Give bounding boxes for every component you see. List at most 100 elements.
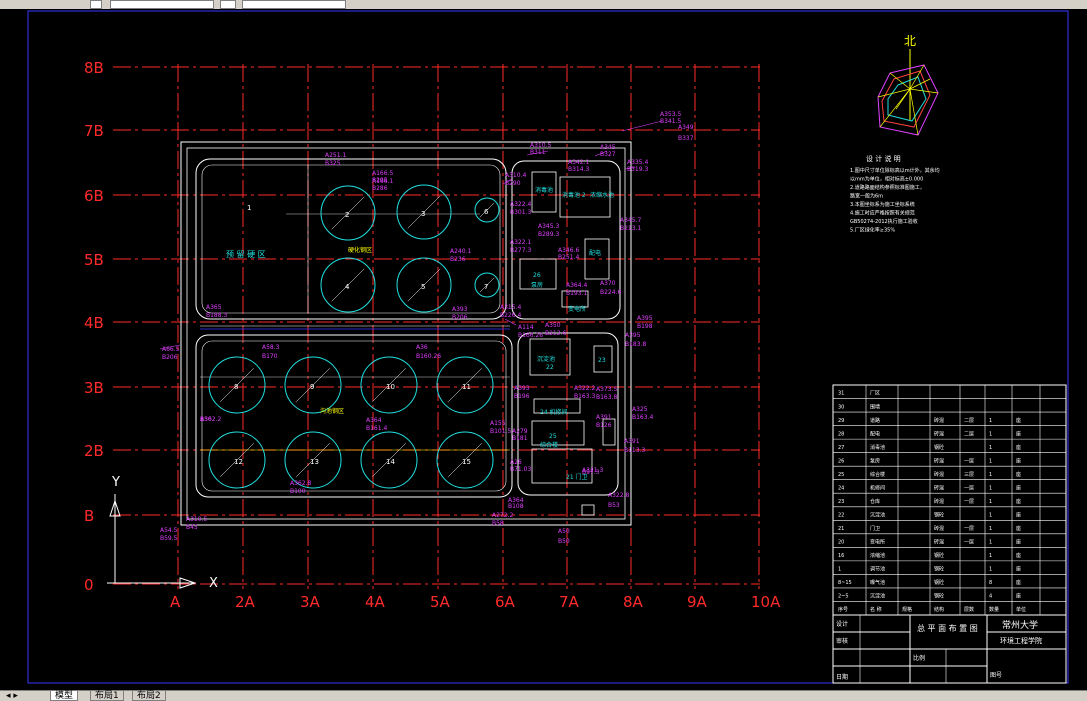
coordinate-label: A345.3 bbox=[538, 223, 559, 230]
drawing-title: 总 平 面 布 置 图 bbox=[917, 623, 978, 633]
table-cell: 座 bbox=[1016, 417, 1021, 424]
col-label: 9A bbox=[687, 593, 708, 611]
building-b26b: 泵房 bbox=[531, 281, 543, 289]
note-line: 4.施工时应严格按照有关规范 bbox=[850, 210, 915, 217]
layer-dropdown[interactable] bbox=[110, 0, 214, 9]
x-axis-label: X bbox=[209, 576, 218, 591]
coordinate-label: A166.5 bbox=[372, 170, 393, 177]
table-cell: 座 bbox=[1016, 539, 1021, 546]
linetype-dropdown[interactable] bbox=[242, 0, 346, 9]
coordinate-label: B311 bbox=[530, 149, 546, 156]
coordinate-label: B160.26 bbox=[416, 353, 441, 360]
table-cell: 砖混 bbox=[934, 484, 944, 491]
table-cell: 钢砼 bbox=[934, 512, 944, 519]
paper-border bbox=[27, 10, 1069, 684]
table-cell: 1 bbox=[989, 526, 992, 532]
table-cell: 综合楼 bbox=[870, 471, 885, 478]
table-cell: 26 bbox=[838, 458, 844, 464]
table-cell: 厂区 bbox=[870, 391, 880, 397]
col-label: 4A bbox=[365, 593, 386, 611]
wind-rose: 北 bbox=[877, 34, 939, 136]
table-cell: 30 bbox=[838, 404, 844, 410]
col-label: 6A bbox=[495, 593, 516, 611]
coordinate-label: B236 bbox=[450, 256, 466, 263]
table-cell: 1 bbox=[989, 567, 992, 573]
row-label: 4B bbox=[84, 314, 104, 332]
table-cell: 沉淀池 bbox=[870, 593, 885, 600]
table-cell: 1 bbox=[838, 567, 841, 573]
table-cell: 1 bbox=[989, 472, 992, 478]
table-cell: 数量 bbox=[989, 606, 999, 613]
table-cell: 24 bbox=[838, 485, 844, 491]
table-cell: 2~5 bbox=[838, 594, 849, 600]
table-cell: 25 bbox=[838, 472, 844, 478]
design-notes: 设 计 说 明 1.图中尺寸单位除标高以m计外，其余均以mm为单位，相对标高±0… bbox=[850, 154, 940, 234]
coordinate-label: A353.5 bbox=[660, 111, 681, 118]
coordinate-label: A240.1 bbox=[450, 248, 471, 255]
coordinate-label: A349 bbox=[678, 124, 694, 131]
check-label: 审核 bbox=[836, 637, 848, 645]
coordinate-label: A346.6 bbox=[558, 247, 579, 254]
coordinate-label: B59.5 bbox=[160, 535, 178, 542]
table-cell: 泵房 bbox=[870, 457, 880, 464]
coordinate-label: A155 bbox=[490, 420, 506, 427]
table-cell: 21 bbox=[838, 526, 844, 532]
layout-tabs: ◂ ▸ 模型 布局1 布局2 bbox=[0, 690, 1087, 701]
table-cell: 1 bbox=[989, 431, 992, 437]
table-cell: 一层 bbox=[964, 499, 974, 505]
building-b1: 消毒池 bbox=[535, 186, 553, 194]
table-cell: 单位 bbox=[1016, 606, 1026, 613]
coordinate-label: B166.26 bbox=[518, 332, 543, 339]
table-cell: 钢砼 bbox=[934, 579, 944, 586]
coordinate-label: B101.5 bbox=[490, 428, 511, 435]
layer-icon[interactable] bbox=[90, 0, 102, 9]
col-label: 2A bbox=[235, 593, 256, 611]
tab-nav-arrows[interactable]: ◂ ▸ bbox=[2, 691, 22, 701]
table-cell: 变电所 bbox=[870, 539, 885, 546]
col-label: A bbox=[170, 593, 181, 611]
coordinate-label: A279 bbox=[512, 428, 528, 435]
table-cell: 钢砼 bbox=[934, 566, 944, 573]
coordinate-label: B314.3 bbox=[568, 166, 589, 173]
coordinate-label: B286 bbox=[372, 185, 388, 192]
coordinate-label: B181 bbox=[512, 435, 528, 442]
table-cell: 座 bbox=[1016, 471, 1021, 478]
note-line: 5.厂区绿化率≥35% bbox=[850, 227, 895, 234]
row-label: 0 bbox=[84, 576, 94, 594]
table-cell: 16 bbox=[838, 553, 844, 559]
drawing-canvas[interactable]: A 2A 3A 4A 5A 6A 7A 8A 9A 10A 8B 7B 6B 5B 4B 3B 2B B 0 123… bbox=[0, 9, 1087, 690]
table-cell: 三层 bbox=[964, 472, 974, 478]
coordinate-label: B337 bbox=[678, 135, 694, 142]
table-cell: 座 bbox=[1016, 566, 1021, 573]
note-line: GB50274-2012执行施工验收 bbox=[850, 218, 918, 225]
table-cell: 座 bbox=[1016, 457, 1021, 464]
table-cell: 围墙 bbox=[870, 403, 880, 410]
coordinate-label: B196 bbox=[514, 393, 530, 400]
coordinate-label: A373.5 bbox=[596, 386, 617, 393]
table-cell: 27 bbox=[838, 445, 844, 451]
coordinate-label: B226.4 bbox=[500, 312, 521, 319]
table-cell: 砖混 bbox=[934, 525, 944, 532]
properties-icon[interactable] bbox=[220, 0, 236, 9]
coordinate-label: A310.5 bbox=[530, 142, 551, 149]
coordinate-label: B289.3 bbox=[538, 231, 559, 238]
note-line: 3.本图坐标系为施工坐标系统 bbox=[850, 201, 915, 208]
coordinate-label: A114 bbox=[518, 324, 534, 331]
coordinate-label: B50 bbox=[200, 416, 212, 423]
zone-label-north: 硬化钢区 bbox=[348, 246, 372, 254]
table-cell: 座 bbox=[1016, 484, 1021, 491]
table-cell: 砖混 bbox=[934, 498, 944, 505]
coordinate-label: B188.3 bbox=[206, 312, 227, 319]
tank-number: 1 bbox=[247, 204, 251, 212]
table-cell: 二层 bbox=[964, 418, 974, 424]
building-b25b: 综合楼 bbox=[540, 441, 558, 449]
coordinate-label: A251.1 bbox=[325, 152, 346, 159]
col-label: 10A bbox=[751, 593, 781, 611]
building-b3: 浓缩水池 bbox=[590, 191, 614, 199]
table-cell: 22 bbox=[838, 513, 844, 519]
table-cell: 钢砼 bbox=[934, 444, 944, 451]
table-cell: 砖混 bbox=[934, 539, 944, 546]
note-line: 2.道路路面结构参照标准图施工， bbox=[850, 184, 925, 191]
coordinate-label: B327 bbox=[600, 151, 616, 158]
building-b24: 24 机修间 bbox=[540, 408, 568, 416]
